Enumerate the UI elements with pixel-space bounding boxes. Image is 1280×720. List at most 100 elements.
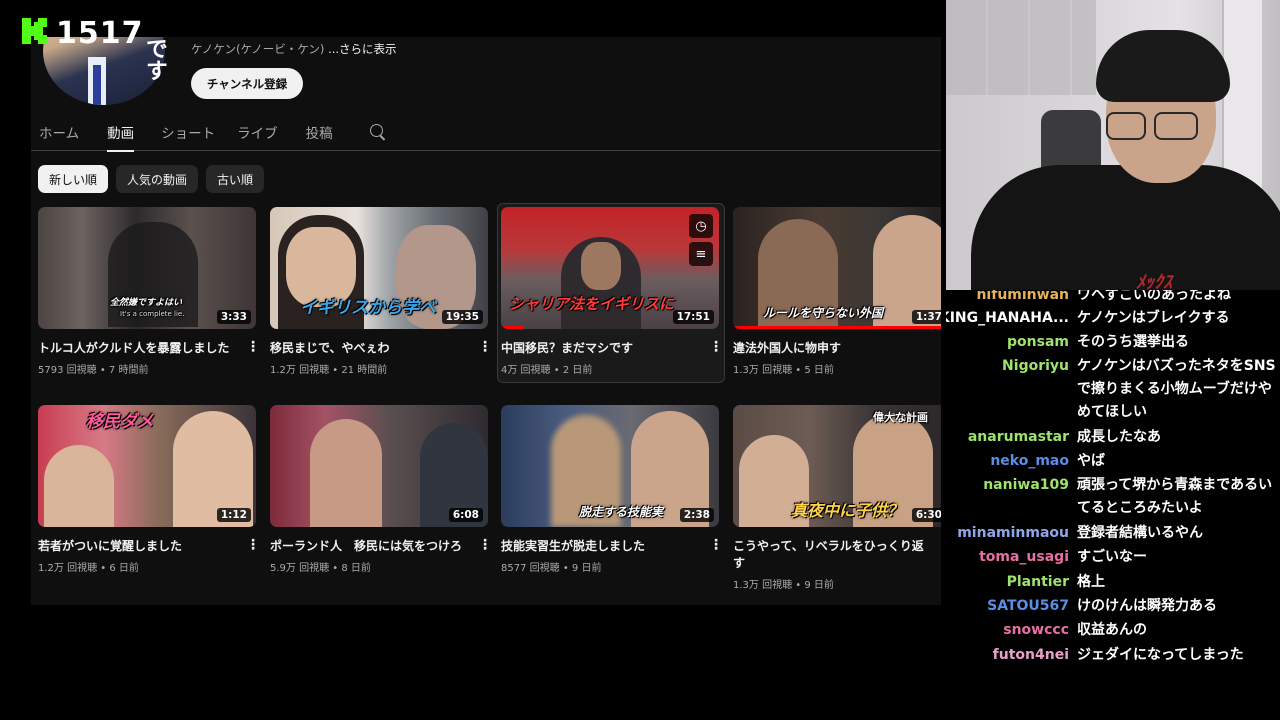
channel-description-text: ケノケン(ケノービ・ケン) [191,42,329,56]
video-card[interactable]: 6:08 ポーランド人 移民には気をつけろ ⋮ 5.9万 回視聴 • 8 日前 [270,405,492,574]
video-meta: 8577 回視聴 • 9 日前 [501,563,602,574]
add-to-queue-icon[interactable]: ≡ [689,242,713,266]
thumbnail-caption: 脱走する技能実 [579,505,664,519]
video-meta: 5793 回視聴 • 7 時間前 [38,365,149,376]
chat-username[interactable]: anarumastar [968,426,1069,449]
video-meta: 1.2万 回視聴 • 6 日前 [38,563,139,574]
chat-text: 収益あんの [1077,622,1147,638]
avatar-overlay-text: です [142,37,167,81]
video-meta: 4万 回視聴 • 2 日前 [501,365,593,376]
more-options-icon[interactable]: ⋮ [709,538,723,555]
video-thumbnail[interactable]: シャリア法をイギリスに ◷ ≡ 17:51 [501,207,719,329]
chat-text: すごいなー [1077,549,1147,565]
video-duration: 3:33 [216,310,251,324]
video-card[interactable]: 偉大な計画 真夜中に子供？ 6:30 こうやって、リベラルをひっくり返す 1.3… [733,405,941,591]
video-card[interactable]: 全然嫌ですよはい It's a complete lie. 3:33 トルコ人が… [38,207,260,376]
chat-username[interactable]: Plantier [1007,571,1069,594]
video-card[interactable]: シャリア法をイギリスに ◷ ≡ 17:51 中国移民？まだマシです ⋮ 4万 回… [497,203,725,383]
viewer-count-badge: 1517 [22,14,144,52]
video-thumbnail[interactable]: 移民ダメ 1:12 [38,405,256,527]
video-card[interactable]: イギリスから学べ 19:35 移民まじで、やべぇわ ⋮ 1.2万 回視聴 • 2… [270,207,492,376]
video-thumbnail[interactable]: 脱走する技能実 2:38 [501,405,719,527]
video-meta: 5.9万 回視聴 • 8 日前 [270,563,371,574]
more-options-icon[interactable]: ⋮ [246,538,260,555]
chat-text: そのうち選挙出る [1077,334,1189,350]
video-meta: 1.2万 回視聴 • 21 時間前 [270,365,388,376]
video-thumbnail[interactable]: イギリスから学べ 19:35 [270,207,488,329]
shirt-print: ﾒｯｸｽ [1136,272,1172,290]
kick-logo-icon [22,18,48,48]
video-thumbnail[interactable]: 全然嫌ですよはい It's a complete lie. 3:33 [38,207,256,329]
chat-username[interactable]: naniwa109 [983,474,1069,497]
watch-progress-bar [733,326,941,329]
chat-username[interactable]: Nigoriyu [1002,355,1069,378]
tab-live[interactable]: ライブ [237,115,278,151]
more-options-icon[interactable]: ⋮ [478,538,492,555]
webcam-feed: ﾒｯｸｽ [946,0,1280,290]
chat-text: 成長したなあ [1077,429,1161,445]
thumbnail-caption: 全然嫌ですよはい [110,298,183,308]
chat-username[interactable]: nifuminwan [976,290,1069,307]
viewer-count: 1517 [56,15,144,51]
video-title[interactable]: トルコ人がクルド人を暴露しました [38,340,238,357]
thumbnail-caption: シャリア法をイギリスに [509,295,675,313]
video-thumbnail[interactable]: 6:08 [270,405,488,527]
chat-username[interactable]: minaminmaou [957,522,1069,545]
chip-popular[interactable]: 人気の動画 [116,165,199,193]
video-title[interactable]: 技能実習生が脱走しました [501,538,701,555]
thumbnail-subcaption: It's a complete lie. [120,310,185,318]
tab-videos[interactable]: 動画 [107,115,135,152]
chip-oldest[interactable]: 古い順 [206,165,265,193]
watch-later-icon[interactable]: ◷ [689,214,713,238]
video-thumbnail[interactable]: 偉大な計画 真夜中に子供？ 6:30 [733,405,941,527]
video-duration: 6:30 [911,508,941,522]
subscribe-button[interactable]: チャンネル登録 [191,68,303,99]
more-options-icon[interactable]: ⋮ [478,340,492,357]
thumbnail-caption: イギリスから学べ [300,298,436,318]
chat-username[interactable]: neko_mao [990,450,1069,473]
video-duration: 17:51 [672,310,714,324]
tab-shorts[interactable]: ショート [161,115,215,151]
sort-chips: 新しい順 人気の動画 古い順 [38,165,265,193]
search-icon[interactable] [369,123,387,141]
chat-username[interactable]: futon4nei [993,644,1069,667]
more-options-icon[interactable]: ⋮ [709,340,723,357]
video-title[interactable]: こうやって、リベラルをひっくり返す [733,538,933,572]
video-title[interactable]: 移民まじで、やべぇわ [270,340,470,357]
chat-username[interactable]: ponsam [1007,331,1069,354]
video-duration: 6:08 [448,508,483,522]
video-thumbnail[interactable]: ルールを守らない外国 1:37 [733,207,941,329]
channel-description[interactable]: ケノケン(ケノービ・ケン) ...さらに表示 [191,41,397,57]
video-title[interactable]: 若者がついに覚醒しました [38,538,238,555]
show-more-link[interactable]: ...さらに表示 [328,42,396,56]
more-options-icon[interactable]: ⋮ [246,340,260,357]
chat-username[interactable]: SATOU567 [987,595,1069,618]
video-card[interactable]: ルールを守らない外国 1:37 違法外国人に物申す 1.3万 回視聴 • 5 日… [733,207,941,376]
tab-home[interactable]: ホーム [39,115,79,151]
video-duration: 19:35 [441,310,483,324]
video-card[interactable]: 移民ダメ 1:12 若者がついに覚醒しました ⋮ 1.2万 回視聴 • 6 日前 [38,405,260,574]
chat-username[interactable]: toma_usagi [979,546,1069,569]
video-card[interactable]: 脱走する技能実 2:38 技能実習生が脱走しました ⋮ 8577 回視聴 • 9… [501,405,723,574]
thumbnail-caption: 真夜中に子供？ [791,501,904,520]
thumbnail-caption-top: 偉大な計画 [873,411,928,424]
chat-text: ワヘずごいのあったよね [1077,290,1231,303]
video-meta: 1.3万 回視聴 • 5 日前 [733,365,834,376]
video-duration: 2:38 [679,508,714,522]
video-title[interactable]: ポーランド人 移民には気をつけろ [270,538,470,555]
video-title[interactable]: 違法外国人に物申す [733,340,933,357]
chip-newest[interactable]: 新しい順 [38,165,109,193]
tab-posts[interactable]: 投稿 [306,115,333,151]
video-meta: 1.3万 回視聴 • 9 日前 [733,580,834,591]
chat-text: 頑張って堺から青森まであるいてるところみたいよ [1077,477,1273,516]
video-duration: 1:37 [911,310,941,324]
chat-text: けのけんは瞬発力ある [1077,598,1217,614]
chat-username[interactable]: snowccc [1003,619,1069,642]
chat-username[interactable]: KING_HANAHA... [946,307,1069,330]
chat-text: ケノケンはバズったネタをSNSで擦りまくる小物ムーブだけやめてほしい [1077,358,1276,420]
youtube-channel-page: です ケノケン(ケノービ・ケン) ...さらに表示 チャンネル登録 ホーム 動画… [31,37,941,605]
chat-text: ジェダイになってしまった [1077,647,1244,663]
chat-text: 格上 [1077,574,1105,590]
chat-panel: nifuminwan ワヘずごいのあったよね KING_HANAHA... ケノ… [946,290,1280,670]
video-title[interactable]: 中国移民？まだマシです [501,340,701,357]
